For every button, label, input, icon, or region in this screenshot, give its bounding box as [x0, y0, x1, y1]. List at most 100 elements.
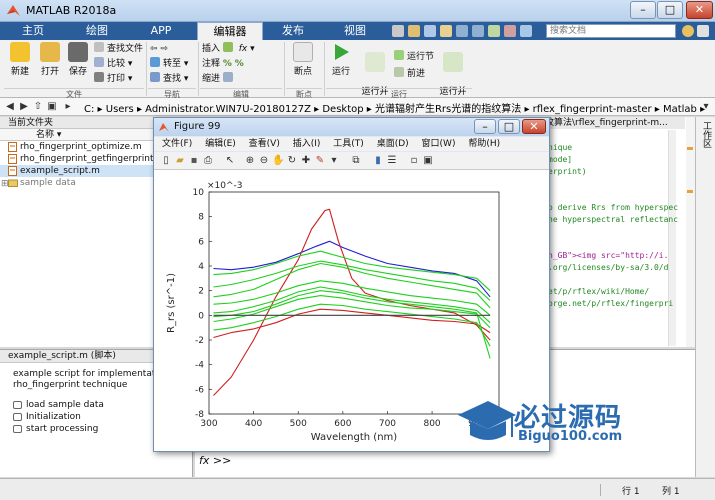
tab-editor[interactable]: 编辑器 — [197, 22, 263, 40]
menu-help[interactable]: 帮助(H) — [468, 139, 500, 149]
address-dropdown-icon[interactable]: ▾ — [700, 101, 712, 113]
editor-scrollbar[interactable] — [668, 130, 676, 346]
new-figure-icon[interactable]: ▯ — [160, 155, 172, 167]
pan-icon[interactable]: ✋ — [272, 155, 284, 167]
back-icon[interactable]: ◀ — [4, 101, 16, 113]
breadcrumb: C: ▸ Users ▸ Administrator.WIN7U-2018012… — [84, 104, 706, 115]
compare-button[interactable]: 比较 ▾ — [94, 57, 132, 71]
indent-button[interactable]: 缩进 — [202, 72, 236, 86]
save-button[interactable]: 保存 — [64, 42, 92, 77]
insert-button[interactable]: 插入 fx ▾ — [202, 42, 255, 56]
copy-icon[interactable] — [424, 25, 436, 37]
legend-icon[interactable]: ☰ — [386, 155, 398, 167]
paste-icon[interactable] — [440, 25, 452, 37]
menu-insert[interactable]: 插入(I) — [293, 139, 321, 149]
tab-apps[interactable]: APP — [130, 22, 192, 40]
comment-button[interactable]: 注释 % % — [202, 57, 244, 71]
open-button[interactable]: 打开 — [36, 42, 64, 77]
new-button[interactable]: 新建 — [6, 42, 34, 77]
figure-close-button[interactable]: ✕ — [522, 119, 546, 134]
editor-path: 纹算法\rflex_fingerprint-m... — [545, 117, 685, 129]
breadcrumb-item[interactable]: C: — [84, 104, 94, 115]
watermark: 必过源码 Biguo100.com — [456, 395, 664, 450]
breadcrumb-item[interactable]: Users — [106, 104, 134, 115]
tab-view[interactable]: 视图 — [327, 22, 383, 40]
x-axis-label: Wavelength (nm) — [311, 432, 397, 443]
minimize-button[interactable]: – — [630, 1, 656, 19]
window-title: MATLAB R2018a — [26, 4, 117, 17]
workspace-collapsed-panel[interactable]: 工作区 — [695, 117, 715, 477]
find-files-button[interactable]: 查找文件 — [94, 42, 143, 56]
help-icon[interactable] — [504, 25, 516, 37]
link-plot-icon[interactable]: ⧉ — [350, 155, 362, 167]
print-icon[interactable]: ⎙ — [202, 155, 214, 167]
up-folder-icon[interactable]: ⇧ — [32, 101, 44, 113]
forward-icon[interactable]: ▶ — [18, 101, 30, 113]
nav-back-forward[interactable]: ⇦ ⇨ — [150, 42, 168, 56]
pointer-icon[interactable]: ↖ — [224, 155, 236, 167]
layout-icon[interactable] — [520, 25, 532, 37]
show-plot-tools-icon[interactable]: ▣ — [422, 155, 434, 167]
breadcrumb-item[interactable]: 光谱辐射产生Rrs光谱的指纹算法 — [375, 104, 521, 115]
breadcrumb-item[interactable]: rflex_fingerprint-master — [533, 104, 652, 115]
plot-area — [208, 191, 500, 415]
find-button[interactable]: 查找 ▾ — [150, 72, 188, 86]
tab-plots[interactable]: 绘图 — [66, 22, 128, 40]
close-button[interactable]: ✕ — [686, 1, 713, 19]
open-file-icon[interactable]: ▰ — [174, 155, 186, 167]
breadcrumb-item[interactable]: Matlab — [663, 104, 697, 115]
zoom-in-icon[interactable]: ⊕ — [244, 155, 256, 167]
figure-menubar: 文件(F) 编辑(E) 查看(V) 插入(I) 工具(T) 桌面(D) 窗口(W… — [154, 137, 549, 151]
browse-folder-icon[interactable]: ▣ — [46, 101, 58, 113]
goto-button[interactable]: 转至 ▾ — [150, 57, 188, 71]
rotate-icon[interactable]: ↻ — [286, 155, 298, 167]
switch-windows-icon[interactable] — [488, 25, 500, 37]
undo-icon[interactable] — [456, 25, 468, 37]
run-section-icon — [394, 50, 404, 60]
run-section-button[interactable]: 运行节 — [394, 50, 434, 64]
brush-dropdown-icon[interactable]: ▾ — [328, 155, 340, 167]
breadcrumb-item[interactable]: Administrator.WIN7U-20180127Z — [145, 104, 311, 115]
expand-icon[interactable]: ⊞ — [1, 178, 9, 189]
figure-minimize-button[interactable]: – — [474, 119, 496, 134]
save-icon[interactable]: ▪ — [188, 155, 200, 167]
group-label-file: 文件 — [4, 88, 144, 99]
hide-plot-tools-icon[interactable]: ▫ — [408, 155, 420, 167]
ribbon-separator — [284, 42, 285, 96]
print-button[interactable]: 打印 ▾ — [94, 72, 132, 86]
section-icon — [13, 425, 22, 433]
maximize-button[interactable]: □ — [657, 1, 683, 19]
y-tick-label: 4 — [198, 262, 204, 272]
data-cursor-icon[interactable]: ✚ — [300, 155, 312, 167]
menu-tools[interactable]: 工具(T) — [333, 139, 364, 149]
cut-icon[interactable] — [408, 25, 420, 37]
tab-publish[interactable]: 发布 — [265, 22, 321, 40]
zoom-out-icon[interactable]: ⊖ — [258, 155, 270, 167]
save-icon[interactable] — [392, 25, 404, 37]
figure-title-bar[interactable]: Figure 99 – □ ✕ — [154, 118, 549, 136]
menu-window[interactable]: 窗口(W) — [422, 139, 456, 149]
ribbon: 新建 打开 保存 查找文件 比较 ▾ 打印 ▾ 文件 ⇦ ⇨ 转至 ▾ 查找 ▾… — [0, 40, 715, 110]
ribbon-collapse-icon[interactable] — [697, 25, 709, 37]
menu-edit[interactable]: 编辑(E) — [205, 139, 236, 149]
code-line: et/p/rflex/wiki/Home/ — [548, 287, 650, 296]
breadcrumb-item[interactable]: Desktop — [322, 104, 363, 115]
breakpoints-button[interactable]: 断点 — [288, 42, 318, 77]
browse-dropdown-icon[interactable]: ▸ — [62, 101, 74, 113]
menu-file[interactable]: 文件(F) — [162, 139, 192, 149]
run-button[interactable]: 运行 — [328, 42, 354, 77]
menu-desktop[interactable]: 桌面(D) — [377, 139, 409, 149]
code-line: nique — [548, 143, 573, 152]
search-icon[interactable] — [682, 25, 694, 37]
advance-button[interactable]: 前进 — [394, 67, 425, 81]
tab-home[interactable]: 主页 — [2, 22, 64, 40]
figure-maximize-button[interactable]: □ — [498, 119, 520, 134]
brush-icon[interactable]: ✎ — [314, 155, 326, 167]
redo-icon[interactable] — [472, 25, 484, 37]
command-prompt[interactable]: fx >> — [199, 454, 231, 467]
colorbar-icon[interactable]: ▮ — [372, 155, 384, 167]
search-input[interactable]: 搜索文档 — [546, 24, 676, 38]
menu-view[interactable]: 查看(V) — [249, 139, 280, 149]
ribbon-separator — [146, 42, 147, 96]
